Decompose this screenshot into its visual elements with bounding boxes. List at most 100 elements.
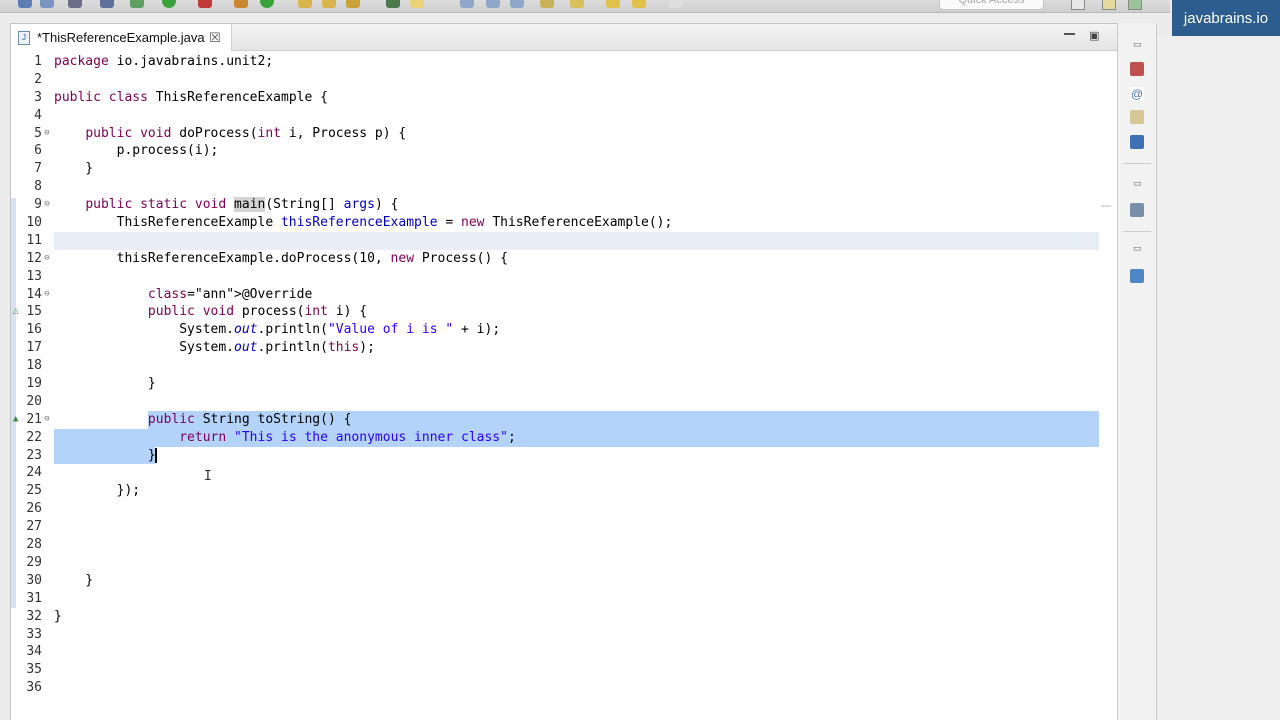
task-list-icon[interactable]	[1130, 62, 1144, 76]
line-number: 23	[26, 447, 42, 463]
code-line[interactable]: 32}	[11, 608, 1099, 626]
code-line[interactable]: 25 });	[11, 482, 1099, 500]
code-line[interactable]: 17 System.out.println(this);	[11, 339, 1099, 357]
code-line[interactable]: 16 System.out.println("Value of i is " +…	[11, 321, 1099, 339]
next-annotation-icon[interactable]	[386, 0, 400, 8]
tab-this-reference-example[interactable]: J *ThisReferenceExample.java ☒	[11, 24, 232, 51]
open-perspective-icon[interactable]	[1071, 0, 1085, 10]
code-line[interactable]: 24	[11, 464, 1099, 482]
hierarchy-icon[interactable]	[1130, 269, 1144, 283]
line-number: 18	[26, 358, 42, 374]
code-line[interactable]: ▲ 21 ⊖ public String toString() {	[11, 410, 1099, 429]
fold-toggle-icon[interactable]: ⊖	[42, 411, 52, 429]
outline-icon[interactable]	[1130, 203, 1144, 217]
code-line[interactable]: 18	[11, 357, 1099, 375]
save-all-icon[interactable]	[40, 0, 54, 8]
restore-icon[interactable]: ▭	[1133, 243, 1142, 254]
code-line[interactable]: 6 p.process(i);	[11, 142, 1099, 160]
toggle-icon[interactable]	[486, 0, 500, 8]
code-line[interactable]: 23 }	[11, 446, 1099, 465]
overview-marker	[1101, 205, 1111, 207]
search-icon[interactable]	[100, 0, 114, 8]
java-perspective-icon[interactable]	[1128, 0, 1142, 10]
console-icon[interactable]	[1130, 135, 1144, 149]
code-line[interactable]: 13	[11, 268, 1099, 286]
fold-toggle-icon[interactable]: ⊖	[42, 125, 52, 143]
code-line[interactable]: 26	[11, 500, 1099, 518]
open-folder-icon[interactable]	[298, 0, 312, 8]
minimize-icon[interactable]	[1064, 33, 1075, 35]
code-line[interactable]: 20	[11, 393, 1099, 411]
code-line[interactable]: 36	[11, 679, 1099, 697]
code-line[interactable]: 10 ThisReferenceExample thisReferenceExa…	[11, 214, 1099, 232]
fold-toggle-icon[interactable]: ⊖	[42, 250, 52, 268]
code-text: public void process(int i) {	[147, 304, 368, 320]
code-line[interactable]: 28	[11, 536, 1099, 554]
code-line[interactable]: 35	[11, 661, 1099, 679]
code-editor-area[interactable]: 1 package io.javabrains.unit2; 2 3 public cl…	[11, 53, 1099, 697]
code-line[interactable]: 7 }	[11, 160, 1099, 178]
line-number: 35	[26, 662, 42, 678]
code-line[interactable]: 9 ⊖ public static void main(String[] args…	[11, 196, 1099, 214]
brand-badge: javabrains.io	[1172, 0, 1280, 36]
code-line[interactable]: 4	[11, 107, 1099, 125]
maximize-icon[interactable]: ▣	[1089, 29, 1099, 42]
toggle-icon[interactable]	[510, 0, 524, 8]
fold-toggle-icon[interactable]: ⊖	[42, 196, 52, 214]
code-line[interactable]: 27	[11, 518, 1099, 536]
line-number: 10	[26, 215, 42, 231]
toggle-icon[interactable]	[540, 0, 554, 8]
mark-occurrences-icon[interactable]	[410, 0, 424, 8]
overview-ruler[interactable]	[1099, 51, 1115, 720]
pen-icon[interactable]	[346, 0, 360, 8]
forward-icon[interactable]	[632, 0, 646, 8]
code-line[interactable]: 34	[11, 643, 1099, 661]
run-icon[interactable]	[162, 0, 176, 8]
javadoc-icon[interactable]: @	[1130, 87, 1144, 101]
code-line[interactable]: 2	[11, 71, 1099, 89]
line-number: 32	[26, 608, 42, 624]
save-icon[interactable]	[18, 0, 32, 8]
current-line-highlight	[54, 231, 1099, 250]
code-line[interactable]: 5 ⊖ public void doProcess(int i, Process …	[11, 125, 1099, 143]
open-folder-icon[interactable]	[322, 0, 336, 8]
line-number: 22	[26, 429, 42, 445]
quick-access-input[interactable]: Quick Access	[939, 0, 1044, 10]
stop-icon[interactable]	[198, 0, 212, 8]
code-line[interactable]: 12 ⊖ thisReferenceExample.doProcess(10, n…	[11, 250, 1099, 268]
code-line[interactable]: 29	[11, 554, 1099, 572]
close-tab-icon[interactable]: ☒	[209, 24, 221, 51]
line-number: 1	[34, 54, 42, 69]
code-line[interactable]: 3 public class ThisReferenceExample {	[11, 89, 1099, 107]
code-line[interactable]: 30 }	[11, 572, 1099, 590]
fold-toggle-icon[interactable]: ⊖	[42, 286, 52, 304]
toggle-icon[interactable]	[460, 0, 474, 8]
line-number: 16	[26, 322, 42, 338]
back-icon[interactable]	[606, 0, 620, 8]
restore-icon[interactable]: ▭	[1133, 178, 1142, 189]
code-line[interactable]: 33	[11, 626, 1099, 644]
code-text: }	[54, 376, 156, 392]
tab-label: *ThisReferenceExample.java	[37, 30, 205, 45]
code-line[interactable]: 31	[11, 590, 1099, 608]
code-line[interactable]: 14 ⊖ class="ann">@Override	[11, 286, 1099, 304]
print-icon[interactable]	[68, 0, 82, 8]
code-text: }	[54, 608, 62, 624]
code-line[interactable]: 19 }	[11, 375, 1099, 393]
code-line[interactable]: 8	[11, 178, 1099, 196]
line-number: 24	[26, 465, 42, 481]
editor-tab-bar: J *ThisReferenceExample.java ☒ ▣	[11, 24, 1117, 51]
java-ee-perspective-icon[interactable]	[1102, 0, 1116, 10]
code-line[interactable]: 11	[11, 231, 1099, 250]
restore-icon[interactable]: ▭	[1133, 39, 1142, 50]
line-number: 2	[34, 71, 42, 87]
declaration-icon[interactable]	[1130, 110, 1144, 124]
eclipse-window: Quick Access javabrains.io J *ThisRefere…	[0, 0, 1280, 720]
code-line[interactable]: 1 package io.javabrains.unit2;	[11, 53, 1099, 71]
new-java-class-icon[interactable]	[234, 0, 248, 8]
code-line[interactable]: 22 return "This is the anonymous inner c…	[11, 428, 1099, 447]
previous-annotation-icon[interactable]	[570, 0, 584, 8]
code-line[interactable]: △ 15 public void process(int i) {	[11, 303, 1099, 321]
debug-icon[interactable]	[130, 0, 144, 8]
open-type-icon[interactable]	[260, 0, 274, 8]
